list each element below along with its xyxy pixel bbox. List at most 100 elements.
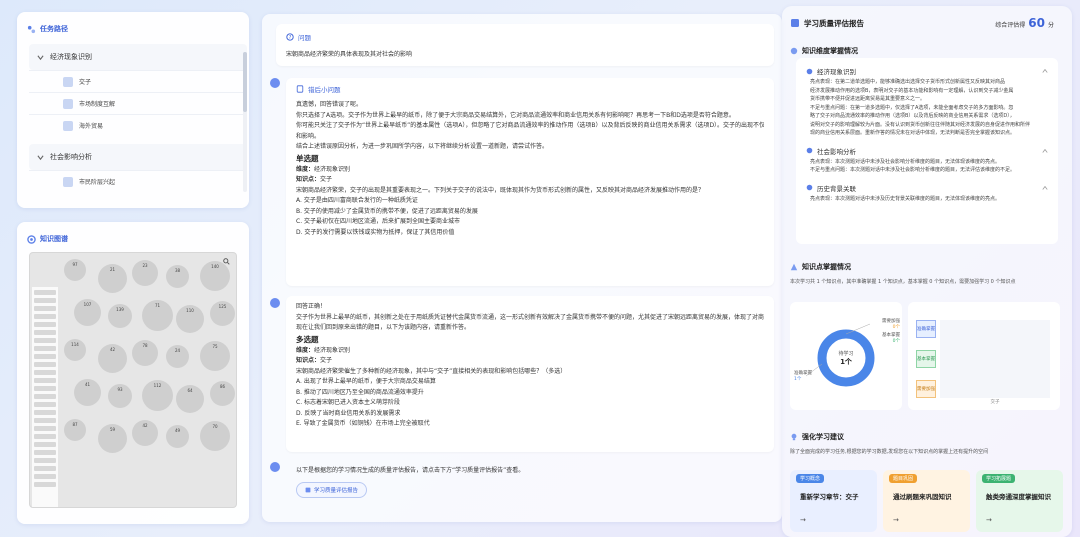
knowledge-point-summary: 本次学习共 1 个知识点，其中准确掌握 1 个知识点，基本掌握 0 个知识点，需… [790, 279, 1016, 285]
overall-score: 综合评估得 60 分 [995, 16, 1054, 30]
option-d[interactable]: D. 交子的发行需要以铁钱或实物为抵押，保证了其信用价值 [296, 228, 764, 239]
option-e[interactable]: E. 导致了金属货币（如铜钱）在市场上完全被取代 [296, 419, 764, 430]
chat-panel: ? 问题 宋朝商品经济繁荣的具体表现及其对社会的影响 错后小问题 真遗憾，回答错… [262, 14, 782, 522]
legend-basic: 基本掌握 0个 [882, 333, 900, 344]
report-button[interactable]: 学习质量评估报告 [296, 481, 368, 498]
graph-node[interactable]: 70 [200, 421, 230, 451]
dimension-text: 不足与重点问题：在第一道多选题中，仅选择了A选项，未能全面考虑交子的多方面影响。… [810, 104, 1014, 111]
arrow-right-icon: → [893, 516, 899, 524]
dimension-text: 说明对交子的影响理解较为片面。没有认识到货币创新往往伴随其对经济发展的自身促进作… [810, 121, 1031, 128]
suggestion-card-practice[interactable]: 题目巩固 通过刷题来巩固知识 → [883, 470, 970, 532]
dimension-history-toggle[interactable]: 历史背景关联 [806, 181, 1048, 195]
nav-item-label: 海外贸易 [79, 123, 104, 130]
option-c[interactable]: C. 标志着宋朝已进入资本主义萌芽阶段 [296, 398, 764, 409]
question-stem: 宋朝商品经济繁荣，交子的出现是其重要表现之一。下列关于交子的说法中，既体现其作为… [296, 186, 705, 194]
graph-node[interactable]: 21 [98, 264, 127, 293]
suggestion-card-extend[interactable]: 学习拓展题 触类旁通深度掌握知识 → [976, 470, 1063, 532]
graph-node[interactable]: 112 [142, 380, 173, 411]
graph-node[interactable]: 86 [210, 381, 235, 406]
question-label: 问题 [298, 34, 311, 42]
graph-node[interactable]: 59 [98, 424, 127, 453]
nav-item-jiaozi[interactable]: 交子 [29, 70, 247, 92]
knowledge-graph-header: 知识图谱 [27, 234, 239, 244]
suggestion-card-review[interactable]: 学习概念 重新学习章节：交子 → [790, 470, 877, 532]
card-tag: 学习概念 [796, 474, 825, 483]
graph-node[interactable]: 107 [74, 299, 101, 326]
graph-node[interactable]: 71 [142, 300, 173, 331]
question-stem: 宋朝商品经济繁荣催生了多种新的经济现象，其中与“交子”直接相关的表现和影响包括哪… [296, 367, 567, 375]
dimension-economy-toggle[interactable]: 经济现象识别 [806, 64, 1048, 78]
legend-accurate: 准确掌握 1个 [794, 371, 812, 382]
nav-scrollbar[interactable] [243, 52, 247, 192]
dimension-text: 不足与重点问题：本次测题对话中未涉及社会影响分析维度的题目，无法评估该维度的不足… [810, 167, 1016, 173]
dimension-icon [790, 47, 798, 55]
task-path-list: 经济现象识别 交子 市场制度互解 海外贸易 社会影响分析 市民阶层兴起 [29, 42, 247, 202]
dimension-list: 经济现象识别 亮点表现：在第二道单选题中，能够准确选出选择交子货币形式创新属性又… [796, 58, 1058, 244]
knowledge-graph-canvas[interactable]: 97 21 23 38 140 107 139 71 110 125 114 42 78 24 75 41 93… [29, 252, 237, 508]
graph-node[interactable]: 42 [98, 344, 127, 373]
graph-node[interactable]: 78 [132, 340, 158, 366]
mastery-donut-card: 待学习 1个 需要加强 0个 基本掌握 0个 准确掌握 1个 [790, 302, 902, 410]
option-a[interactable]: A. 出现了世界上最早的纸币，便于大宗商品交易结算 [296, 377, 764, 388]
nav-section-society[interactable]: 社会影响分析 [29, 144, 247, 170]
option-b[interactable]: B. 推动了四川地区乃至全国的商品流通效率提升 [296, 388, 764, 399]
node-icon [63, 176, 73, 187]
card-tag: 题目巩固 [889, 474, 918, 483]
dimension-society-toggle[interactable]: 社会影响分析 [806, 144, 1048, 158]
graph-node[interactable]: 42 [132, 420, 158, 446]
dimension-line: 维度：经济现象识别 [296, 165, 351, 173]
card-title: 重新学习章节：交子 [800, 493, 859, 501]
graph-node[interactable]: 64 [176, 385, 204, 413]
option-c[interactable]: C. 交子最初仅在四川地区流通，后来扩展到全国主要商业城市 [296, 217, 764, 228]
graph-node[interactable]: 125 [210, 301, 235, 326]
graph-node[interactable]: 114 [64, 339, 86, 361]
graph-node[interactable]: 41 [74, 379, 101, 406]
suggestion-cards: 学习概念 重新学习章节：交子 → 题目巩固 通过刷题来巩固知识 → 学习拓展题 … [790, 470, 1064, 532]
knowledge-dimension-section: 知识维度掌握情况 经济现象识别 亮点表现：在第二道单选题中，能够准确选出选择交子… [790, 46, 1064, 256]
option-a[interactable]: A. 交子是由四川富商联合发行的一种纸质凭证 [296, 196, 764, 207]
bar-area [940, 320, 1050, 398]
dimension-history: 历史背景关联 亮点表现：本次测题对话中未涉及历史背景关联维度的题目，无法体现该维… [796, 181, 1058, 210]
option-d[interactable]: D. 反映了当时商业信用关系的发展需求 [296, 409, 764, 420]
dimension-item-icon [806, 147, 813, 154]
dimension-society: 社会影响分析 亮点表现：本次测题对话中未涉及社会影响分析维度的题目，无法体现该维… [796, 144, 1058, 181]
dimension-text: 货币携带不便并促进远距离贸易是其重要意义之一。 [810, 96, 926, 102]
knowledge-graph-title: 知识图谱 [40, 235, 68, 243]
graph-node[interactable]: 24 [166, 345, 189, 368]
nav-item-trade[interactable]: 海外贸易 [29, 114, 247, 136]
graph-node[interactable]: 139 [108, 304, 132, 328]
nav-section-label: 社会影响分析 [50, 153, 92, 161]
arrow-right-icon: → [800, 516, 806, 524]
bulb-icon [790, 433, 798, 441]
suggestion-section: 强化学习建议 除了全面完成的学习任务,根据您的学习数据,发现您在以下知识点的掌握… [790, 432, 1064, 532]
chevron-up-icon [1042, 148, 1048, 154]
graph-node[interactable]: 38 [166, 265, 189, 288]
question-text: 宋朝商品经济繁荣的具体表现及其对社会的影响 [286, 51, 413, 58]
graph-icon [27, 234, 36, 244]
graph-node[interactable]: 110 [176, 305, 204, 333]
knowledge-dimension-header: 知识维度掌握情况 [790, 46, 1064, 56]
graph-node[interactable]: 49 [166, 425, 189, 448]
graph-node[interactable]: 93 [108, 384, 132, 408]
assistant-avatar [270, 78, 280, 88]
dimension-item-icon [806, 184, 813, 191]
message-line: 现在让我们回到原来出错的题目，以下为该题内容，请重新作答。 [296, 324, 471, 331]
message-line: 真遗憾，回答错误了呢。 [296, 101, 363, 108]
donut-center: 待学习 1个 [838, 351, 854, 366]
assistant-message-3: 以下是根据您的学习情况生成的质量评估报告，请点击下方“学习质量评估报告”查看。 … [286, 460, 774, 500]
nav-section-economy[interactable]: 经济现象识别 [29, 44, 247, 70]
graph-node[interactable]: 87 [64, 419, 86, 441]
dimension-item-icon [806, 68, 813, 75]
message-line: 交子作为世界上最早的纸币，其创新之处在于用纸质凭证替代金属货币流通，这一形式创新… [296, 313, 764, 321]
graph-node[interactable]: 140 [200, 261, 230, 291]
option-b[interactable]: B. 交子的使用减少了金属货币的携带不便，促进了远距离贸易的发展 [296, 207, 764, 218]
graph-node[interactable]: 23 [132, 260, 158, 286]
graph-node[interactable]: 75 [200, 341, 230, 371]
suggestion-desc: 除了全面完成的学习任务,根据您的学习数据,发现您在以下知识点的掌握上还有提升的空… [790, 449, 989, 455]
report-header: 学习质量评估报告 综合评估得 60 分 [790, 16, 1064, 30]
graph-node[interactable]: 97 [64, 259, 86, 281]
nav-item-market[interactable]: 市场制度互解 [29, 92, 247, 114]
dimension-text: 略了交子对商品流通效率的推动作用（选项B）以及背后反映的商业信用关系需求（选项D… [810, 113, 1015, 119]
arrow-right-icon: → [986, 516, 992, 524]
nav-item-citizen[interactable]: 市民阶层兴起 [29, 170, 247, 192]
